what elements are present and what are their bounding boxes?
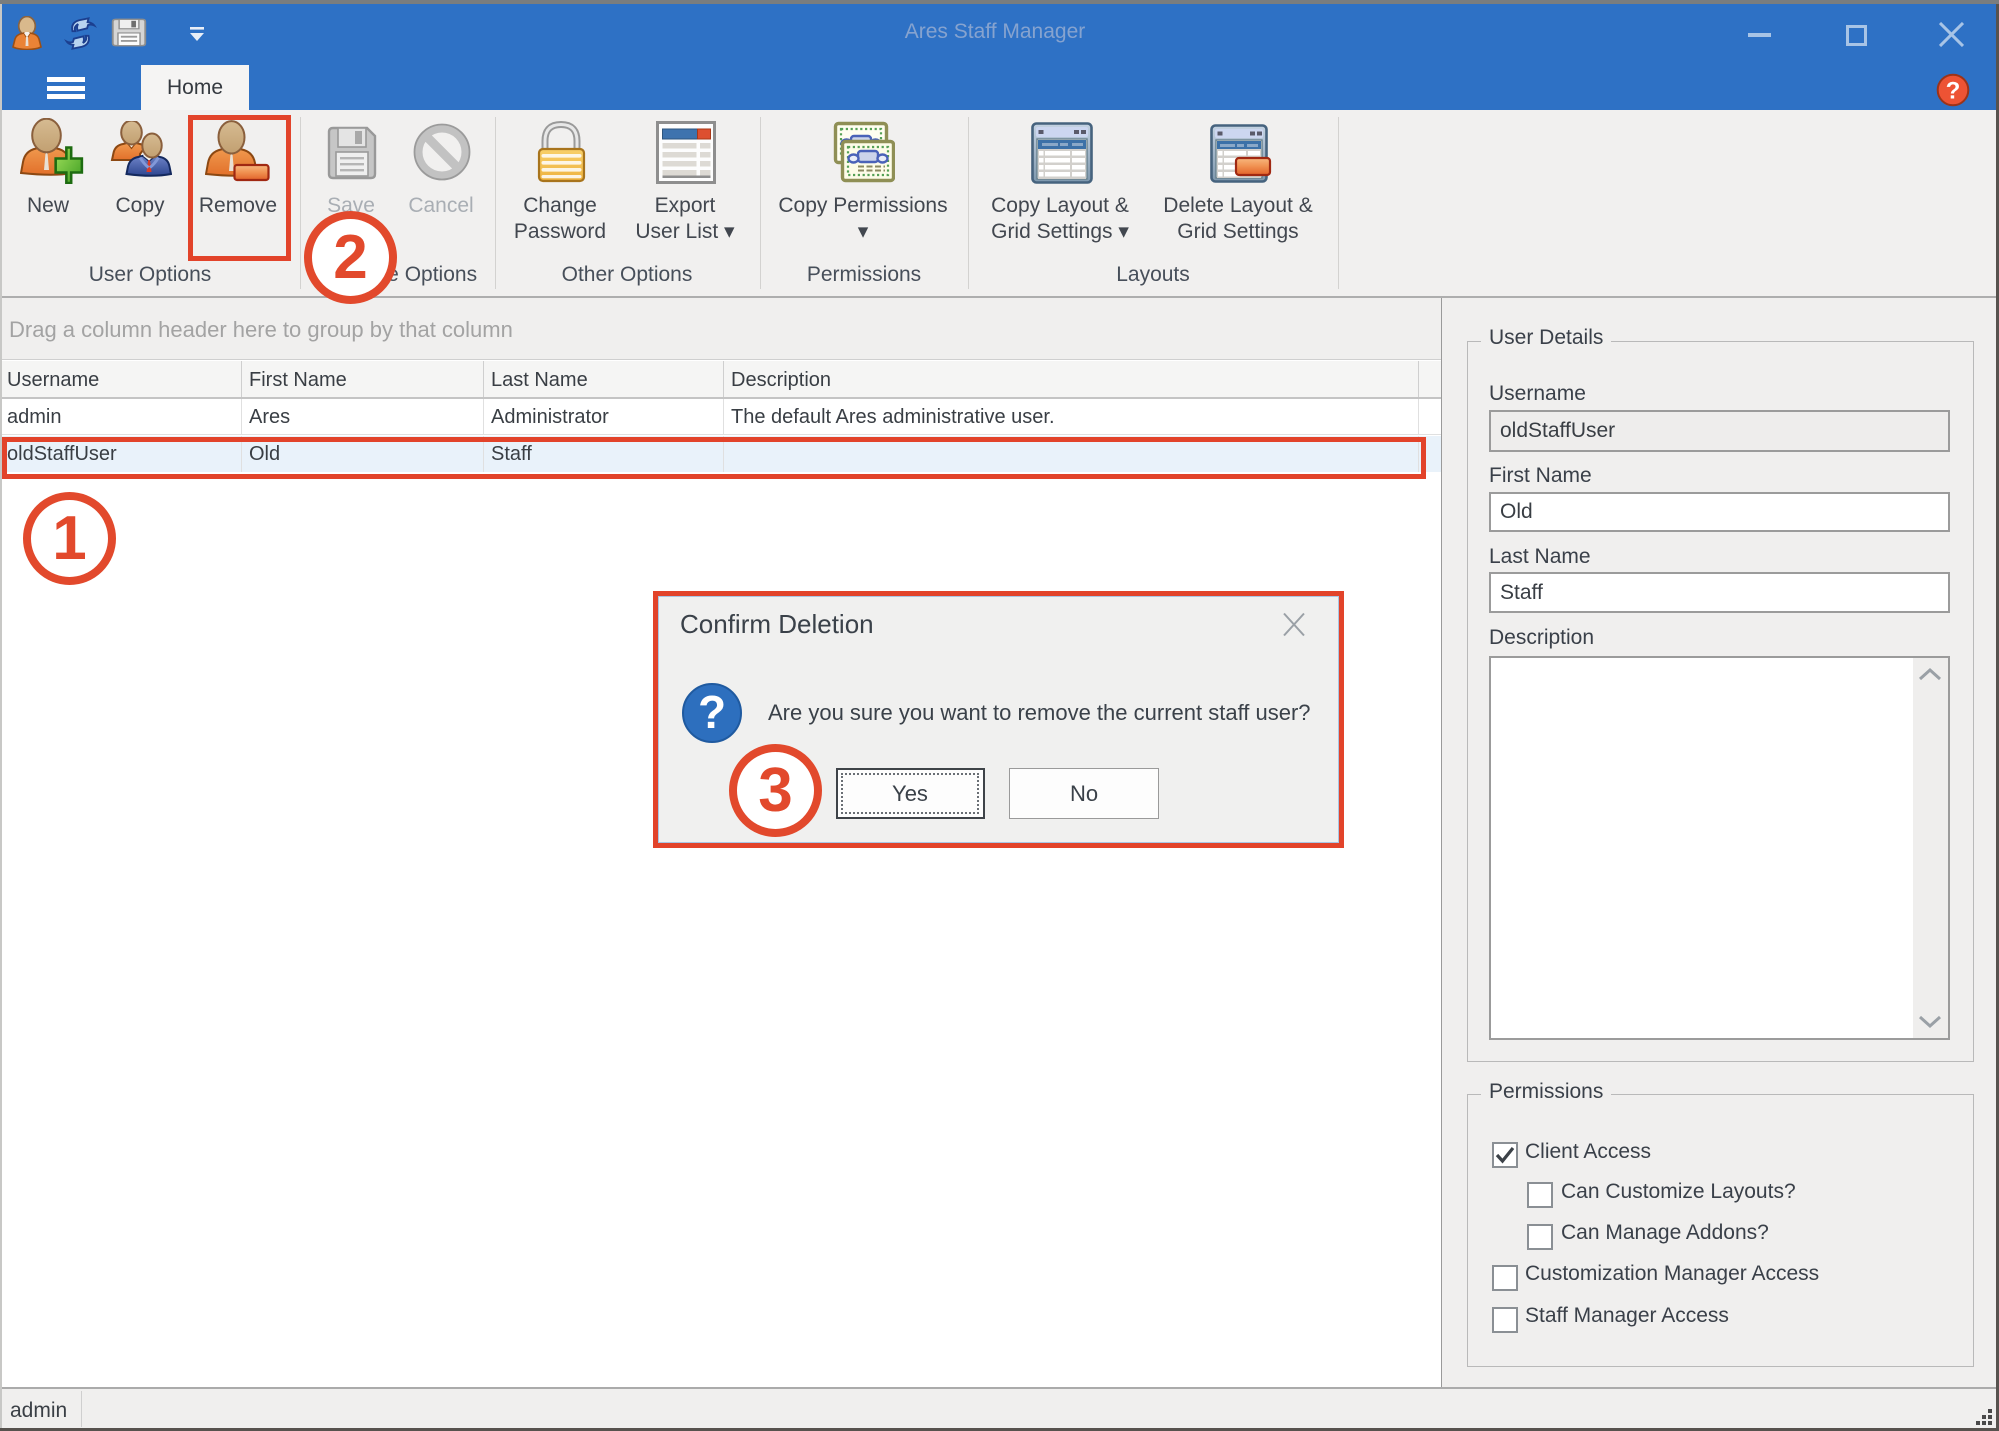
svg-text:?: ? bbox=[1946, 78, 1961, 105]
svg-text:?: ? bbox=[698, 686, 726, 738]
